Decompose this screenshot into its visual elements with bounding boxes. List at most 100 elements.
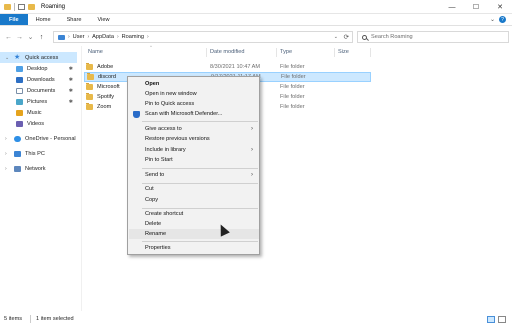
close-button[interactable]: ✕ [488, 0, 512, 14]
sidebar-item-quick-access[interactable]: ⌄ ★ Quick access [0, 52, 77, 63]
sidebar-item-onedrive[interactable]: › OneDrive - Personal [0, 133, 77, 144]
recent-locations-button[interactable]: ⌄ [25, 33, 36, 41]
status-bar: 5 items 1 item selected [0, 313, 512, 325]
menu-item-label: Give access to [145, 126, 182, 132]
pin-icon: ✱ [68, 76, 73, 83]
expand-icon[interactable]: › [5, 136, 7, 142]
column-divider[interactable] [206, 48, 207, 57]
file-type: File folder [280, 94, 305, 100]
menu-item-copy[interactable]: Copy [129, 195, 259, 205]
menu-item-give-access[interactable]: Give access to › [129, 124, 259, 134]
file-type: File folder [280, 84, 305, 90]
expand-icon[interactable]: › [5, 166, 7, 172]
breadcrumb-separator: › [116, 34, 119, 40]
search-icon [362, 34, 367, 40]
breadcrumb-appdata[interactable]: AppData [92, 34, 114, 40]
menu-item-open-new-window[interactable]: Open in new window [129, 89, 259, 99]
column-header-name[interactable]: Name [88, 46, 103, 58]
sidebar-item-documents[interactable]: Documents ✱ [0, 85, 77, 96]
refresh-icon[interactable]: ⟳ [344, 33, 349, 41]
submenu-arrow-icon: › [251, 172, 253, 178]
title-bar: Roaming — ☐ ✕ [0, 0, 512, 14]
ribbon-tabs: File Home Share View ⌄ ? [0, 14, 512, 26]
pc-icon [58, 34, 65, 40]
star-icon: ★ [14, 53, 21, 61]
column-header-date[interactable]: Date modified [210, 46, 245, 58]
folder-icon [4, 3, 11, 10]
tab-share[interactable]: Share [59, 14, 90, 25]
sidebar-item-label: Documents [27, 87, 56, 94]
column-divider[interactable] [276, 48, 277, 57]
view-switcher [487, 315, 506, 323]
breadcrumb-separator: › [68, 34, 70, 40]
selection-count: 1 item selected [36, 316, 74, 322]
sidebar-item-downloads[interactable]: Downloads ✱ [0, 74, 77, 85]
ribbon-right: ⌄ ? [490, 14, 512, 25]
menu-item-properties[interactable]: Properties [129, 243, 259, 253]
sidebar-item-this-pc[interactable]: › This PC [0, 148, 77, 159]
menu-item-create-shortcut[interactable]: Create shortcut [129, 209, 259, 219]
column-header-type[interactable]: Type [280, 46, 292, 58]
sidebar-item-videos[interactable]: Videos [0, 118, 77, 129]
search-placeholder: Search Roaming [371, 34, 413, 40]
up-button[interactable]: ↑ [36, 34, 47, 41]
address-row: ← → ⌄ ↑ › User › AppData › Roaming › ⌄ ⟳… [0, 30, 512, 44]
file-name: Zoom [97, 104, 112, 110]
breadcrumb-roaming[interactable]: Roaming [122, 34, 144, 40]
back-button[interactable]: ← [3, 34, 14, 41]
menu-item-delete[interactable]: Delete [129, 219, 259, 229]
forward-button[interactable]: → [14, 34, 25, 41]
navigation-pane: ⌄ ★ Quick access Desktop ✱ Downloads ✱ D… [0, 52, 77, 311]
minimize-button[interactable]: — [440, 0, 464, 14]
mouse-cursor-icon [217, 223, 229, 236]
sidebar-item-network[interactable]: › Network [0, 163, 77, 174]
address-bar[interactable]: › User › AppData › Roaming › ⌄ ⟳ [53, 31, 353, 43]
music-icon [16, 109, 23, 116]
download-icon [16, 76, 23, 83]
file-name: Microsoft [97, 84, 120, 90]
menu-item-open[interactable]: Open [129, 79, 259, 89]
sidebar-item-desktop[interactable]: Desktop ✱ [0, 63, 77, 74]
menu-item-pin-quick-access[interactable]: Pin to Quick access [129, 99, 259, 109]
menu-item-include-library[interactable]: Include in library › [129, 145, 259, 155]
help-icon[interactable]: ? [499, 16, 506, 23]
breadcrumb-user[interactable]: User [73, 34, 85, 40]
folder-icon [87, 73, 94, 80]
pin-icon: ✱ [68, 87, 73, 94]
sidebar-item-music[interactable]: Music [0, 107, 77, 118]
address-dropdown-icon[interactable]: ⌄ [334, 34, 338, 40]
menu-separator [142, 121, 258, 122]
expand-icon[interactable]: ⌄ [5, 55, 9, 61]
properties-icon[interactable] [18, 3, 25, 10]
column-header-size[interactable]: Size [338, 46, 349, 58]
tab-home[interactable]: Home [28, 14, 59, 25]
menu-item-pin-start[interactable]: Pin to Start [129, 155, 259, 165]
large-icons-view-icon[interactable] [498, 315, 506, 323]
menu-item-scan-defender[interactable]: Scan with Microsoft Defender... [129, 109, 259, 119]
file-date: 8/30/2021 10:47 AM [210, 64, 261, 70]
search-box[interactable]: Search Roaming [357, 31, 509, 43]
menu-item-send-to[interactable]: Send to › [129, 170, 259, 180]
menu-item-label: Scan with Microsoft Defender... [145, 111, 223, 117]
expand-icon[interactable]: › [5, 151, 7, 157]
folder-icon [86, 83, 93, 90]
tab-view[interactable]: View [90, 14, 118, 25]
new-folder-icon[interactable] [28, 3, 35, 10]
pictures-icon [16, 98, 23, 105]
file-row[interactable]: Adobe 8/30/2021 10:47 AM File folder [84, 62, 371, 72]
maximize-button[interactable]: ☐ [464, 0, 488, 14]
sidebar-item-label: Pictures [27, 98, 48, 105]
column-divider[interactable] [370, 48, 371, 57]
column-divider[interactable] [334, 48, 335, 57]
expand-ribbon-icon[interactable]: ⌄ [490, 16, 495, 23]
menu-item-cut[interactable]: Cut [129, 184, 259, 194]
menu-item-rename[interactable]: Rename [129, 229, 259, 239]
menu-item-restore-versions[interactable]: Restore previous versions [129, 134, 259, 144]
breadcrumb-separator: › [87, 34, 90, 40]
pin-icon: ✱ [68, 98, 73, 105]
desktop-icon [16, 65, 23, 72]
tab-file[interactable]: File [0, 14, 28, 25]
submenu-arrow-icon: › [251, 126, 253, 132]
sidebar-item-pictures[interactable]: Pictures ✱ [0, 96, 77, 107]
details-view-icon[interactable] [487, 315, 495, 323]
